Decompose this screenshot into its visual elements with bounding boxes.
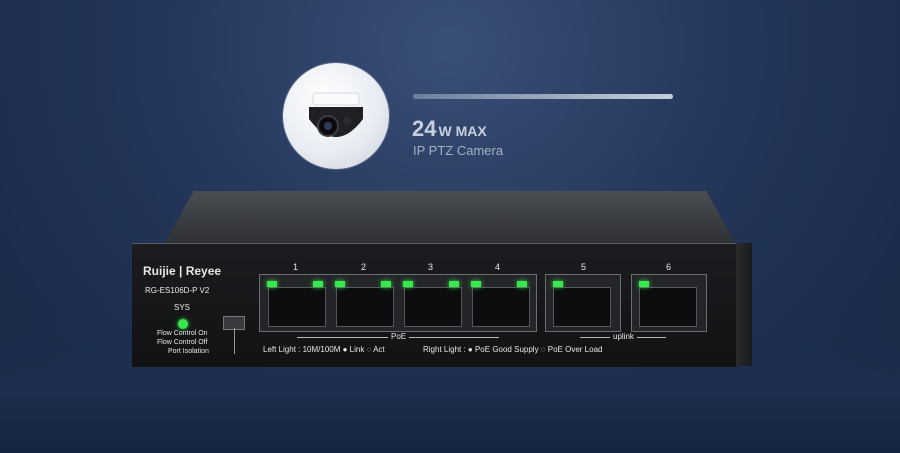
ptz-camera-icon	[309, 92, 363, 137]
dip-switch-guide	[234, 328, 235, 354]
sys-label: SYS	[174, 303, 191, 312]
ethernet-port-6[interactable]	[639, 287, 697, 327]
camera-badge	[283, 63, 389, 169]
ethernet-port-2[interactable]	[336, 287, 394, 327]
ethernet-port-3[interactable]	[404, 287, 462, 327]
power-value: 24	[412, 116, 437, 141]
port-number-4: 4	[495, 262, 501, 272]
right-light-legend: Right Light : ● PoE Good Supply ◌ PoE Ov…	[423, 345, 603, 354]
camera-label: IP PTZ Camera	[413, 143, 504, 158]
brand-logo: Ruijie | Reyee	[143, 264, 222, 278]
port-3-poe-led	[449, 281, 459, 287]
port-2-link-led	[335, 281, 345, 287]
port-number-6: 6	[666, 262, 672, 272]
switch-side-panel	[736, 243, 752, 366]
port-number-1: 1	[293, 262, 299, 272]
left-light-legend: Left Light : 10M/100M ● Link ◌ Act	[263, 345, 385, 354]
port-number-5: 5	[581, 262, 587, 272]
port-1-link-led	[267, 281, 277, 287]
port-4-poe-led	[517, 281, 527, 287]
power-spec: 24 W MAX	[412, 116, 487, 142]
port-number-3: 3	[428, 262, 434, 272]
spec-bar	[413, 94, 673, 99]
port-number-2: 2	[361, 262, 367, 272]
port-2-poe-led	[381, 281, 391, 287]
port-1-poe-led	[313, 281, 323, 287]
uplink-label: uplink	[610, 332, 637, 341]
ethernet-port-1[interactable]	[268, 287, 326, 327]
port-6-link-led	[639, 281, 649, 287]
ethernet-port-5[interactable]	[553, 287, 611, 327]
model-label: RG-ES106D-P V2	[145, 286, 210, 295]
sys-led	[178, 319, 188, 329]
poe-label: PoE	[388, 332, 410, 341]
mode-flow-control-off: Flow Control Off	[157, 339, 208, 346]
mode-flow-control-on: Flow Control On	[157, 330, 208, 337]
port-4-link-led	[471, 281, 481, 287]
mode-port-isolation: Port Isolation	[168, 348, 209, 355]
switch-top-panel	[165, 191, 735, 243]
port-5-link-led	[553, 281, 563, 287]
ethernet-port-4[interactable]	[472, 287, 530, 327]
port-3-link-led	[403, 281, 413, 287]
power-unit: W MAX	[438, 123, 487, 139]
